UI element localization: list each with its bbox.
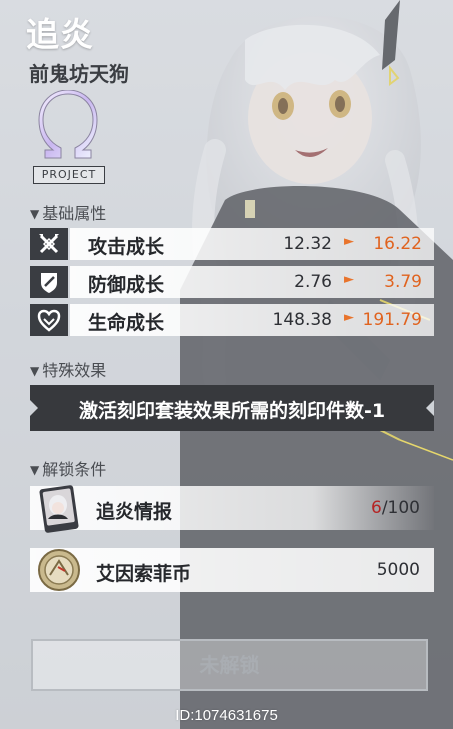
character-title: 前鬼坊天狗: [29, 62, 129, 86]
stat-row-hp: 生命成长 148.38 ► 191.79: [30, 304, 434, 336]
project-tag: PROJECT: [33, 166, 105, 184]
requirement-intel[interactable]: 追炎情报 6/100: [30, 485, 434, 533]
requirement-coin[interactable]: 艾因索菲币 5000: [30, 548, 434, 592]
crossed-swords-icon: [30, 228, 68, 260]
special-effect-panel: 激活刻印套装效果所需的刻印件数-1: [30, 385, 434, 431]
omega-icon: [38, 90, 98, 159]
unlock-button[interactable]: 未解锁: [31, 639, 428, 691]
section-special-effect-label: 特殊效果: [42, 361, 107, 380]
stat-from-value: 12.32: [283, 234, 332, 254]
stat-label: 生命成长: [88, 312, 165, 334]
special-effect-text: 激活刻印套装效果所需的刻印件数-1: [78, 400, 386, 422]
intel-card-icon: [39, 485, 79, 533]
stat-to-value: 3.79: [384, 272, 422, 292]
requirement-label: 追炎情报: [96, 501, 173, 523]
stat-from-value: 148.38: [272, 310, 332, 330]
arrow-right-icon: ►: [344, 310, 354, 325]
stat-label: 防御成长: [88, 274, 165, 296]
section-unlock-conditions: ▼ 解锁条件: [30, 456, 106, 480]
requirement-label: 艾因索菲币: [96, 563, 192, 585]
section-unlock-conditions-label: 解锁条件: [42, 460, 107, 479]
stat-to-value: 16.22: [373, 234, 422, 254]
triangle-down-icon: ▼: [30, 207, 40, 221]
stat-label: 攻击成长: [88, 236, 165, 258]
coin-icon: [38, 549, 80, 591]
arrow-right-icon: ►: [344, 272, 354, 287]
triangle-down-icon: ▼: [30, 463, 40, 477]
heart-icon: [30, 304, 68, 336]
requirement-bg: [30, 548, 434, 592]
project-logo: PROJECT: [33, 90, 105, 184]
requirement-count: 6/100: [371, 498, 420, 518]
total-count: /100: [381, 498, 420, 518]
stat-from-value: 2.76: [294, 272, 332, 292]
shield-icon: [30, 266, 68, 298]
character-name: 追炎: [26, 15, 94, 54]
section-base-stats: ▼ 基础属性: [30, 200, 106, 224]
player-id: ID:1074631675: [175, 707, 278, 724]
current-count: 6: [370, 498, 382, 518]
stat-row-defense: 防御成长 2.76 ► 3.79: [30, 266, 434, 298]
stat-row-attack: 攻击成长 12.32 ► 16.22: [30, 228, 434, 260]
section-base-stats-label: 基础属性: [42, 204, 107, 223]
triangle-down-icon: ▼: [30, 364, 40, 378]
requirement-amount: 5000: [376, 560, 420, 580]
arrow-right-icon: ►: [344, 234, 354, 249]
section-special-effect: ▼ 特殊效果: [30, 357, 106, 381]
stat-to-value: 191.79: [362, 310, 422, 330]
